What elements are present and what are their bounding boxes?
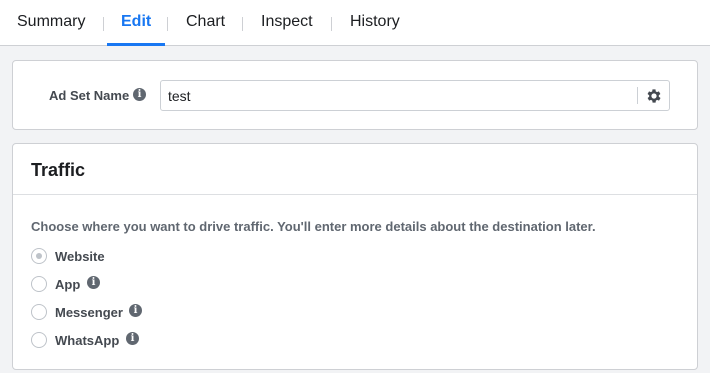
tab-edit[interactable]: Edit (106, 0, 166, 46)
info-icon[interactable]: i (87, 276, 100, 289)
traffic-description: Choose where you want to drive traffic. … (31, 219, 596, 234)
tab-summary[interactable]: Summary (17, 0, 85, 45)
tab-history[interactable]: History (350, 0, 400, 45)
traffic-card: Traffic Choose where you want to drive t… (12, 143, 698, 370)
ad-set-name-field[interactable] (160, 80, 670, 111)
option-label: Messenger (55, 305, 123, 320)
option-label: Website (55, 249, 105, 264)
tab-separator (167, 17, 168, 31)
option-label: App (55, 277, 81, 292)
radio-website[interactable] (31, 248, 47, 264)
tab-separator (242, 17, 243, 31)
tab-inspect[interactable]: Inspect (261, 0, 313, 45)
radio-messenger[interactable] (31, 304, 47, 320)
info-icon[interactable]: i (129, 304, 142, 317)
tab-bar: Summary Edit Chart Inspect History (0, 0, 710, 46)
info-icon[interactable]: i (126, 332, 139, 345)
radio-app[interactable] (31, 276, 47, 292)
gear-icon[interactable] (645, 87, 663, 105)
tab-separator (331, 17, 332, 31)
ad-set-name-label: Ad Set Name (49, 88, 130, 103)
section-divider (13, 194, 697, 195)
ad-set-name-card: Ad Set Name i (12, 60, 698, 130)
input-divider (637, 87, 638, 104)
radio-whatsapp[interactable] (31, 332, 47, 348)
tab-separator (103, 17, 104, 31)
tab-chart[interactable]: Chart (186, 0, 225, 45)
traffic-title: Traffic (31, 160, 86, 180)
info-icon[interactable]: i (133, 88, 146, 101)
ad-set-name-input[interactable] (161, 81, 635, 110)
option-label: WhatsApp (55, 333, 120, 348)
